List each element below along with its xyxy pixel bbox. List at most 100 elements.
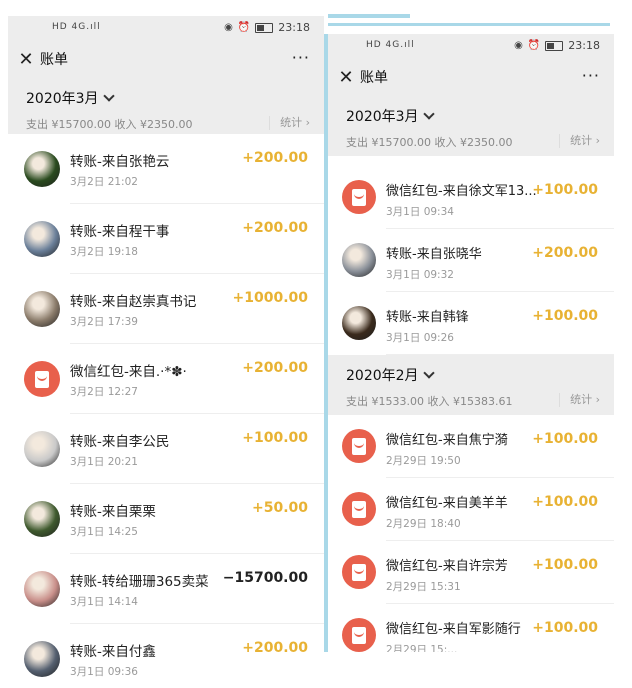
eye-icon: ◉ [224, 22, 233, 33]
transaction-list: 微信红包-来自焦宁漪 2月29日 19:50 +100.00 微信红包-来自美羊羊 2月… [328, 415, 614, 652]
month-header: 2020年3月 支出 ¥15700.00 收入 ¥2350.00 统计 › [8, 78, 324, 134]
red-packet-icon [342, 429, 376, 463]
transaction-amount: +200.00 [242, 220, 308, 236]
transaction-amount: +200.00 [242, 360, 308, 376]
stats-button[interactable]: 统计 › [559, 132, 600, 148]
transaction-title: 转账-来自赵崇真书记 [70, 294, 197, 310]
more-icon[interactable]: ··· [582, 66, 600, 85]
transaction-amount: +100.00 [532, 308, 598, 324]
transaction-row[interactable]: 微信红包-来自美羊羊 2月29日 18:40 +100.00 [328, 478, 614, 541]
clock: 23:18 [278, 21, 310, 34]
transaction-row[interactable]: 转账-来自赵崇真书记 3月2日 17:39 +1000.00 [8, 274, 324, 344]
transaction-row[interactable]: 微信红包-来自徐文军13... 3月1日 09:34 +100.00 [328, 166, 614, 229]
transaction-title: 微信红包-来自徐文军13... [386, 184, 537, 199]
transaction-time: 2月29日 18:40 [386, 518, 461, 530]
transaction-title: 转账-来自韩锋 [386, 310, 469, 325]
avatar [24, 571, 60, 607]
month-header: 2020年2月 支出 ¥1533.00 收入 ¥15383.61 统计 › [328, 355, 614, 415]
transaction-time: 2月29日 15:31 [386, 581, 461, 593]
close-icon[interactable]: ✕ [332, 67, 360, 88]
transaction-amount: +100.00 [532, 557, 598, 573]
transaction-amount: +200.00 [242, 640, 308, 656]
page-title: 账单 [360, 70, 388, 86]
transaction-time: 3月1日 09:34 [386, 206, 454, 218]
transaction-row[interactable]: 转账-来自程干事 3月2日 19:18 +200.00 [8, 204, 324, 274]
transaction-time: 3月1日 09:36 [70, 666, 138, 678]
transaction-title: 微信红包-来自许宗芳 [386, 559, 508, 574]
transaction-time: 3月1日 14:25 [70, 526, 138, 538]
avatar [24, 151, 60, 187]
eye-icon: ◉ [514, 40, 523, 51]
signal-indicator: HD 4G.ıll [52, 22, 101, 32]
transaction-time: 3月2日 12:27 [70, 386, 138, 398]
chevron-down-icon [422, 108, 435, 120]
transaction-title: 微信红包-来自焦宁漪 [386, 433, 508, 448]
month-selector[interactable]: 2020年2月 [346, 365, 596, 385]
decor-bar [328, 14, 410, 18]
transaction-time: 3月2日 21:02 [70, 176, 138, 188]
month-summary: 支出 ¥15700.00 收入 ¥2350.00 [26, 118, 193, 131]
transaction-row[interactable]: 转账-转给珊珊365卖菜 3月1日 14:14 −15700.00 [8, 554, 324, 624]
transaction-amount: +100.00 [532, 431, 598, 447]
month-selector[interactable]: 2020年3月 [26, 88, 306, 108]
stats-button[interactable]: 统计 › [269, 114, 310, 130]
transaction-time: 3月1日 09:32 [386, 269, 454, 281]
transaction-row[interactable]: 转账-来自张晓华 3月1日 09:32 +200.00 [328, 229, 614, 292]
avatar [342, 243, 376, 277]
transaction-list: 微信红包-来自徐文军13... 3月1日 09:34 +100.00 转账-来自张晓华… [328, 166, 614, 355]
bill-screen-left: HD 4G.ıll ◉ ⏰ 23:18 ✕ 账单 ··· 2020年3月 支出 … [8, 16, 324, 688]
transaction-amount: +100.00 [532, 494, 598, 510]
transaction-title: 转账-转给珊珊365卖菜 [70, 574, 209, 590]
red-packet-icon [342, 492, 376, 526]
transaction-row[interactable]: 转账-来自栗栗 3月1日 14:25 +50.00 [8, 484, 324, 554]
transaction-title: 转账-来自栗栗 [70, 504, 156, 520]
transaction-amount: +1000.00 [232, 290, 309, 306]
transaction-amount: +100.00 [532, 620, 598, 636]
transaction-row[interactable]: 转账-来自李公民 3月1日 20:21 +100.00 [8, 414, 324, 484]
transaction-amount: +100.00 [242, 430, 308, 446]
transaction-row[interactable]: 微信红包-来自军影随行 2月29日 15:... +100.00 [328, 604, 614, 652]
transaction-title: 微信红包-来自.·*✽· [70, 364, 187, 380]
transaction-time: 2月29日 15:... [386, 644, 458, 652]
alarm-icon: ⏰ [527, 40, 541, 51]
status-bar: HD 4G.ıll ◉ ⏰ 23:18 [8, 16, 324, 40]
transaction-row[interactable]: 转账-来自韩锋 3月1日 09:26 +100.00 [328, 292, 614, 355]
page-title: 账单 [40, 52, 68, 68]
avatar [24, 291, 60, 327]
battery-icon [255, 22, 274, 33]
clock: 23:18 [568, 39, 600, 52]
month-label: 2020年3月 [26, 91, 99, 107]
more-icon[interactable]: ··· [292, 48, 310, 67]
transaction-row[interactable]: 微信红包-来自焦宁漪 2月29日 19:50 +100.00 [328, 415, 614, 478]
close-icon[interactable]: ✕ [12, 49, 40, 70]
nav-bar: ✕ 账单 ··· [328, 58, 614, 96]
stats-button[interactable]: 统计 › [559, 391, 600, 407]
transaction-title: 微信红包-来自美羊羊 [386, 496, 508, 511]
alarm-icon: ⏰ [237, 22, 251, 33]
nav-bar: ✕ 账单 ··· [8, 40, 324, 78]
battery-icon [545, 40, 564, 51]
transaction-row[interactable]: 微信红包-来自.·*✽· 3月2日 12:27 +200.00 [8, 344, 324, 414]
transaction-amount: +200.00 [532, 245, 598, 261]
transaction-amount: −15700.00 [222, 570, 308, 586]
transaction-row[interactable]: 微信红包-来自许宗芳 2月29日 15:31 +100.00 [328, 541, 614, 604]
transaction-time: 2月29日 19:50 [386, 455, 461, 467]
transaction-amount: +100.00 [532, 182, 598, 198]
transaction-row[interactable]: 转账-来自张艳云 3月2日 21:02 +200.00 [8, 134, 324, 204]
transaction-time: 3月2日 19:18 [70, 246, 138, 258]
month-label: 2020年2月 [346, 368, 419, 384]
chevron-down-icon [102, 90, 115, 102]
red-packet-icon [342, 180, 376, 214]
transaction-time: 3月1日 09:26 [386, 332, 454, 344]
transaction-title: 转账-来自付鑫 [70, 644, 156, 660]
transaction-title: 微信红包-来自军影随行 [386, 622, 521, 637]
month-label: 2020年3月 [346, 109, 419, 125]
decor-bar [328, 23, 610, 26]
red-packet-icon [24, 361, 60, 397]
transaction-list: 转账-来自张艳云 3月2日 21:02 +200.00 转账-来自程干事 3月2日 19… [8, 134, 324, 688]
avatar [24, 641, 60, 677]
avatar [24, 431, 60, 467]
month-selector[interactable]: 2020年3月 [346, 106, 596, 126]
transaction-row[interactable]: 转账-来自付鑫 3月1日 09:36 +200.00 [8, 624, 324, 688]
avatar [342, 306, 376, 340]
